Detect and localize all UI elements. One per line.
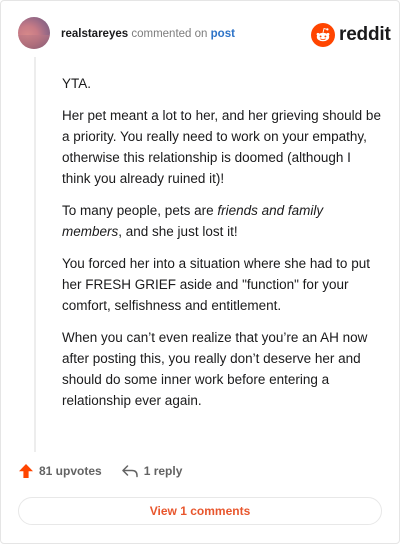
reply-count: 1 reply — [143, 464, 183, 478]
comment-action-text: commented on — [131, 28, 208, 40]
comment-paragraph-1: YTA. — [62, 76, 92, 91]
comment-paragraph-5: When you can’t even realize that you’re … — [62, 330, 368, 408]
username-link[interactable]: realstareyes — [61, 28, 128, 40]
post-link[interactable]: post — [211, 28, 235, 40]
comment-card: realstareyes commented on post reddit YT… — [0, 0, 400, 544]
avatar[interactable] — [18, 17, 50, 49]
comment-paragraph-4: You forced her into a situation where sh… — [62, 256, 370, 313]
thread-line[interactable] — [34, 57, 36, 452]
upvote-count: 81 upvotes — [39, 464, 102, 478]
view-comments-button[interactable]: View 1 comments — [18, 497, 382, 525]
comment-paragraph-2: Her pet meant a lot to her, and her grie… — [62, 108, 381, 186]
reddit-logo[interactable]: reddit — [311, 23, 391, 47]
reddit-logo-text: reddit — [339, 24, 391, 45]
comment-paragraph-3-end: , and she just lost it! — [118, 224, 238, 239]
comment-body: YTA. Her pet meant a lot to her, and her… — [62, 73, 382, 422]
comment-paragraph-3: To many people, pets are friends and fam… — [62, 200, 382, 242]
reply-button[interactable]: 1 reply — [121, 464, 183, 478]
reply-arrow-icon — [121, 464, 139, 478]
comment-header: realstareyes commented on post — [61, 27, 235, 41]
comment-actions: 81 upvotes 1 reply — [18, 463, 182, 479]
comment-paragraph-3-start: To many people, pets are — [62, 203, 218, 218]
upvote-arrow-icon[interactable] — [18, 463, 34, 479]
reddit-snoo-icon — [311, 23, 335, 47]
